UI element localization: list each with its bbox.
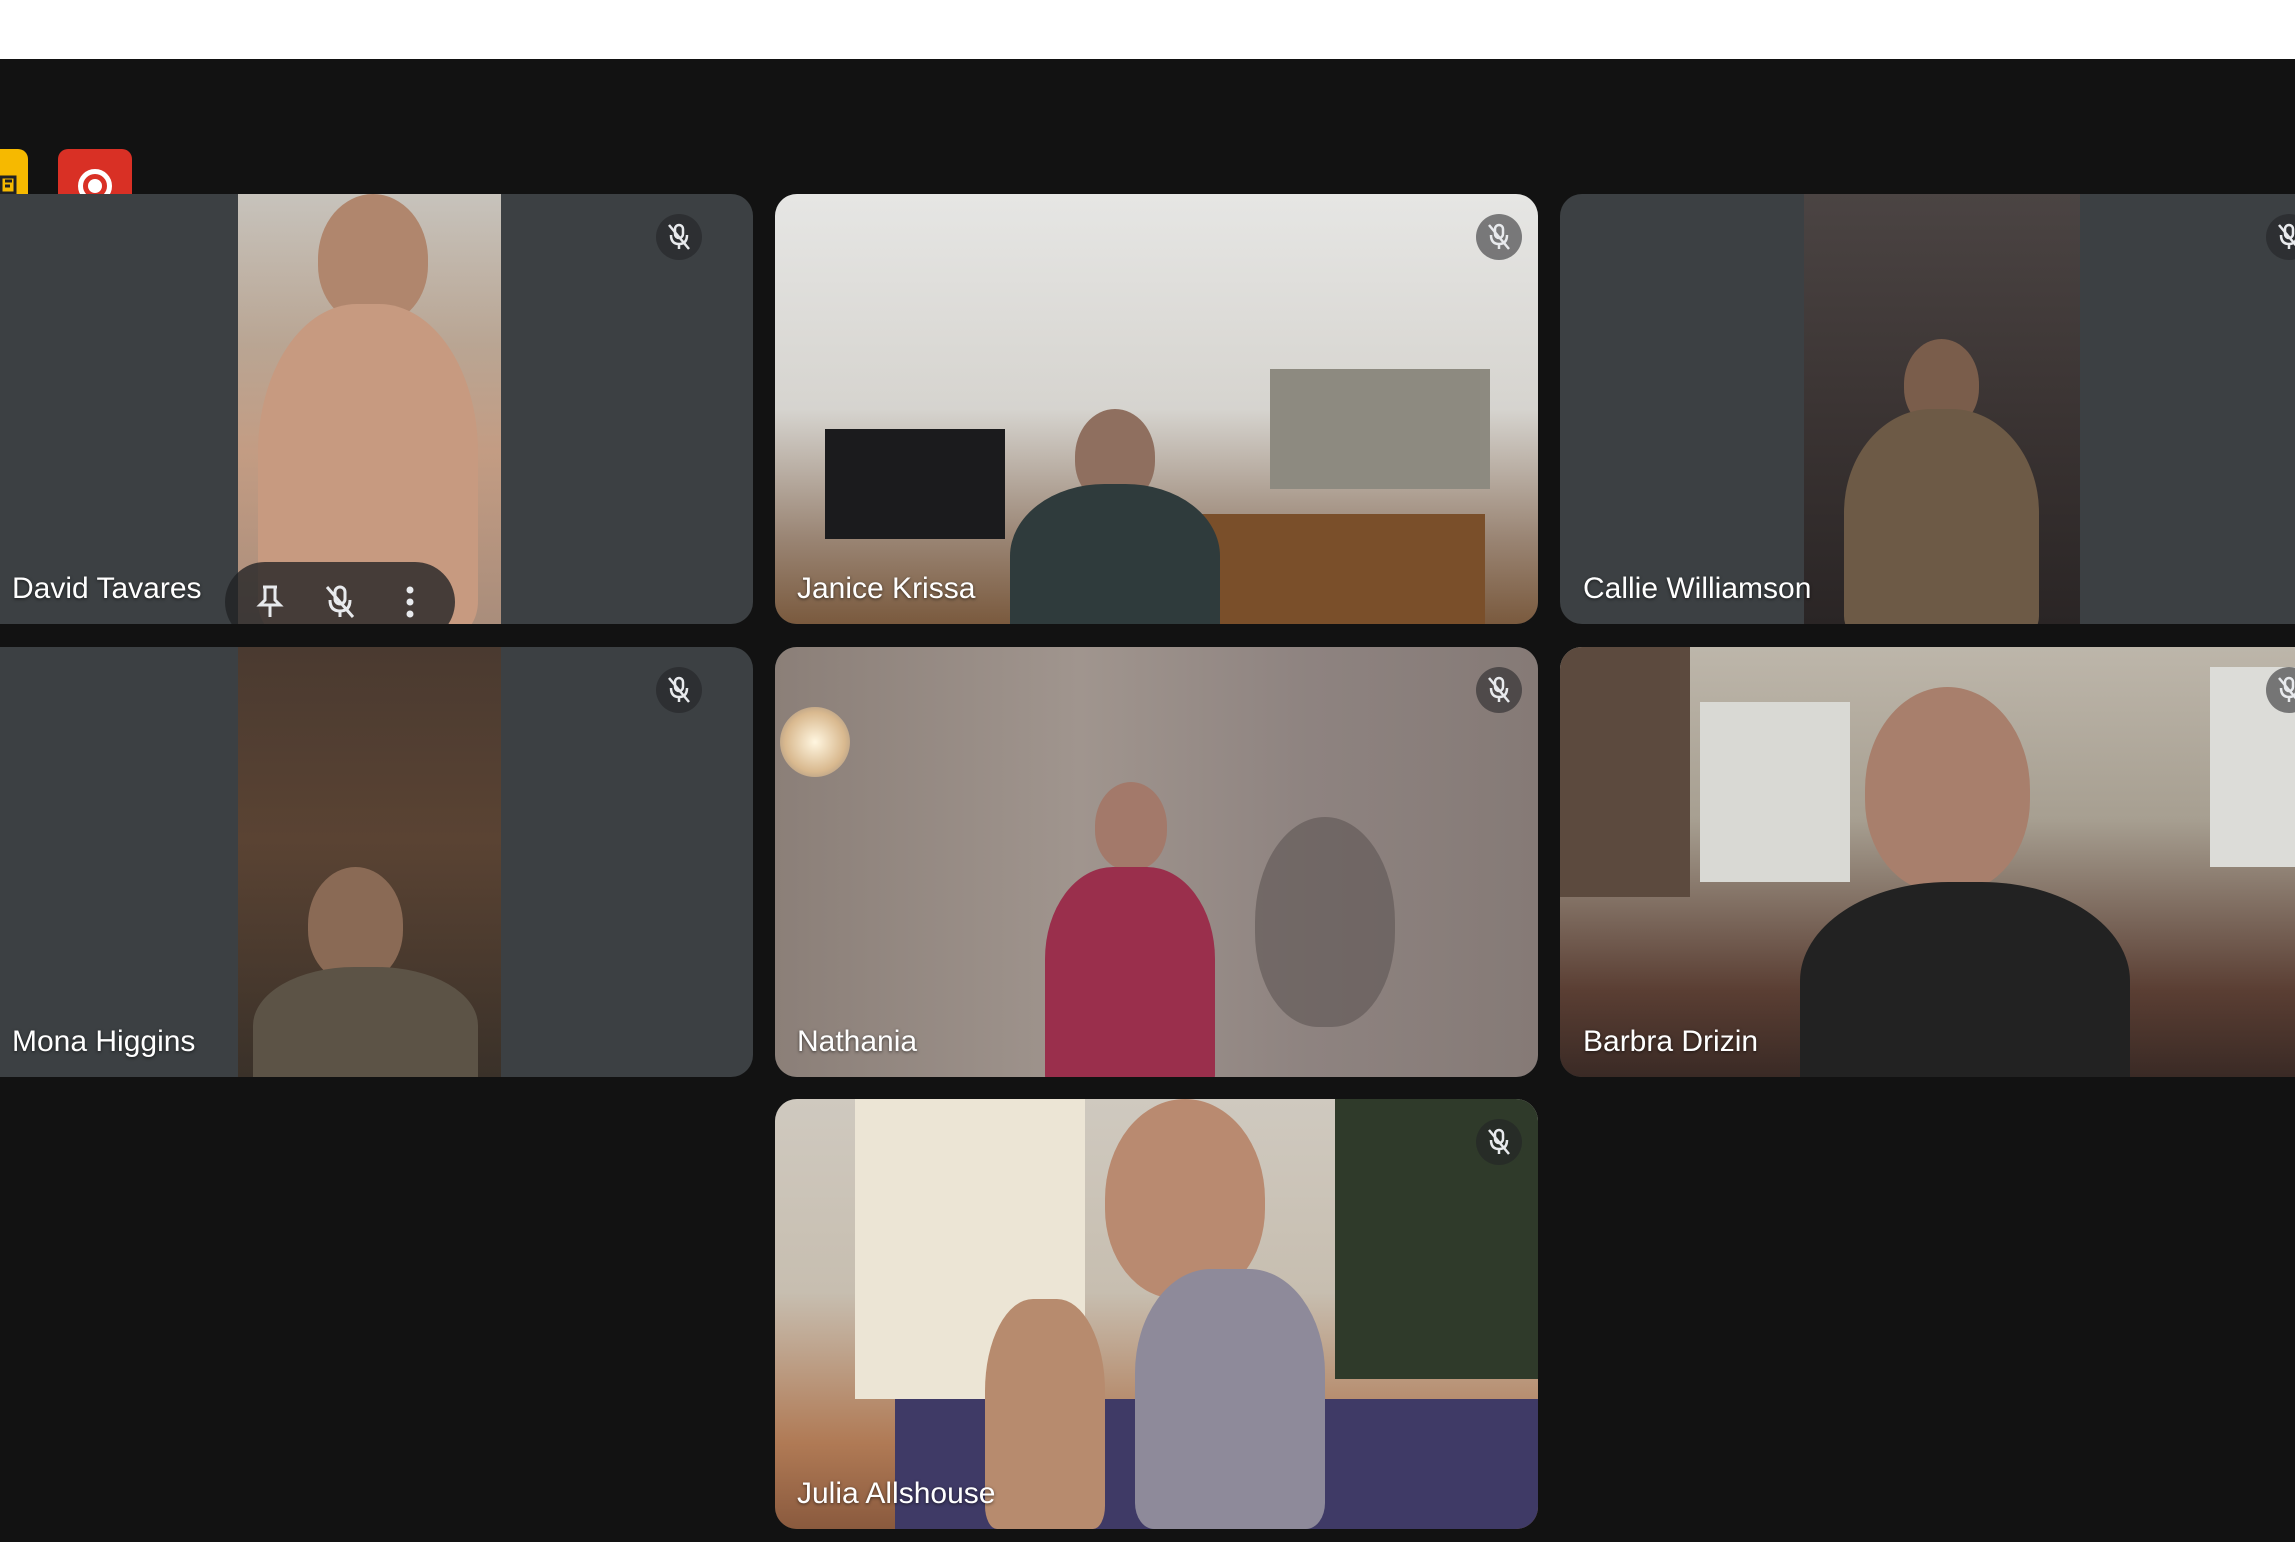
participant-name: Nathania — [797, 1025, 918, 1058]
more-vert-icon — [406, 586, 414, 618]
browser-top-area — [0, 0, 2295, 59]
meeting-stage: David Tavares Janice Krissa Callie Willi… — [0, 59, 2295, 1542]
participant-tile-callie-williamson[interactable]: Callie Williamson — [1560, 194, 2295, 624]
mic-off-icon — [1488, 1128, 1510, 1155]
pin-button[interactable] — [242, 574, 298, 624]
mic-off-icon — [668, 223, 690, 250]
participant-name: Barbra Drizin — [1583, 1025, 1759, 1058]
participant-video — [775, 194, 1538, 624]
pin-icon — [256, 585, 284, 617]
mic-off-icon — [668, 676, 690, 703]
participant-tile-david-tavares[interactable]: David Tavares — [0, 194, 753, 624]
participant-video — [775, 1099, 1538, 1529]
participant-tile-julia-allshouse[interactable]: Julia Allshouse — [775, 1099, 1538, 1529]
mic-off-icon — [1488, 676, 1510, 703]
participant-video — [1560, 647, 2295, 1077]
mic-muted-indicator — [656, 214, 702, 260]
participant-hover-controls — [225, 562, 455, 624]
participant-tile-barbra-drizin[interactable]: Barbra Drizin — [1560, 647, 2295, 1077]
mic-muted-indicator — [2266, 214, 2295, 260]
participant-tile-nathania[interactable]: Nathania — [775, 647, 1538, 1077]
participant-video — [238, 647, 501, 1077]
mic-off-icon — [2278, 676, 2295, 702]
participant-video — [1804, 194, 2080, 624]
participant-tile-mona-higgins[interactable]: Mona Higgins — [0, 647, 753, 1077]
participant-video — [775, 647, 1538, 1077]
mic-off-icon — [325, 585, 355, 618]
participant-name: Julia Allshouse — [797, 1477, 996, 1510]
mute-participant-button[interactable] — [312, 574, 368, 624]
mic-muted-indicator — [656, 667, 702, 713]
mic-muted-indicator — [1476, 667, 1522, 713]
more-options-button[interactable] — [382, 574, 438, 624]
mic-muted-indicator — [1476, 214, 1522, 260]
participant-name: Mona Higgins — [12, 1025, 196, 1058]
participant-name: Janice Krissa — [797, 572, 976, 605]
mic-off-icon — [1488, 223, 1510, 250]
participant-tile-janice-krissa[interactable]: Janice Krissa — [775, 194, 1538, 624]
participant-video — [238, 194, 501, 624]
mic-muted-indicator — [1476, 1119, 1522, 1165]
participant-name: David Tavares — [12, 572, 202, 605]
participant-name: Callie Williamson — [1583, 572, 1812, 605]
mic-off-icon — [2278, 223, 2295, 249]
